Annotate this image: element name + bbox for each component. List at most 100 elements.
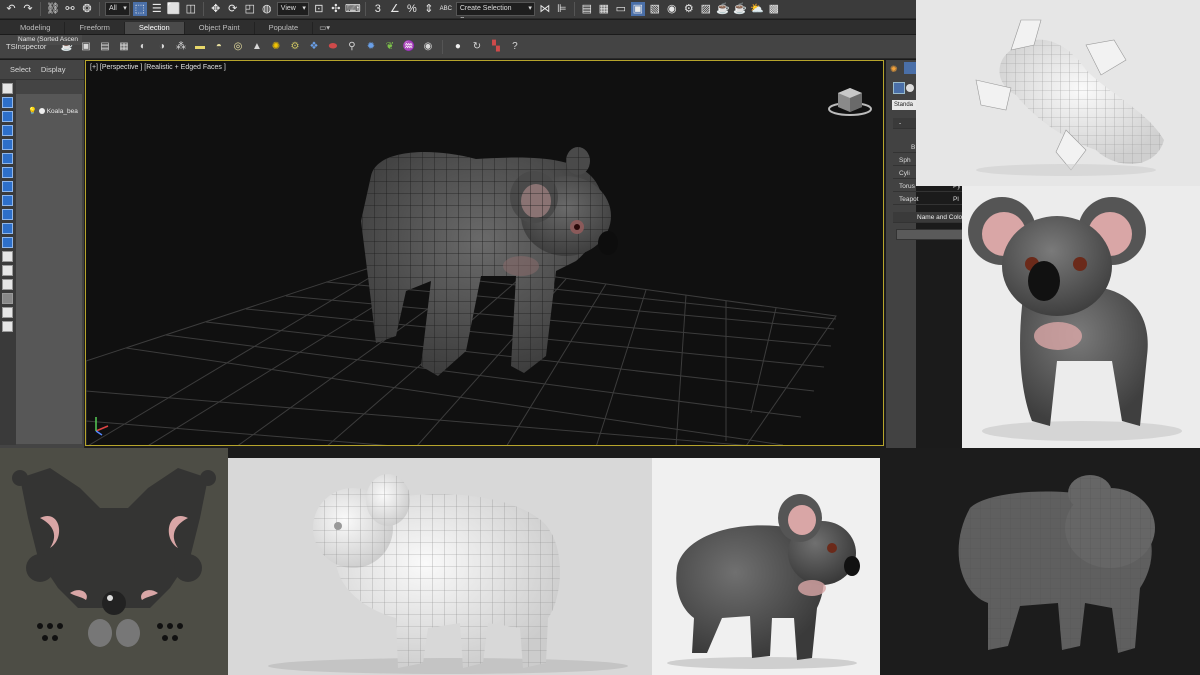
- light-bulb-icon[interactable]: 💡: [28, 107, 37, 115]
- sun-icon[interactable]: ✺: [269, 40, 282, 53]
- unlink-icon[interactable]: ⚯: [63, 2, 77, 16]
- select-object-icon[interactable]: ⬚: [132, 2, 147, 16]
- shapes-category-icon[interactable]: [906, 84, 914, 92]
- selection-filter-dropdown[interactable]: All: [105, 2, 130, 16]
- reference-coordinate-dropdown[interactable]: View: [276, 2, 309, 16]
- group-icon[interactable]: ⁂: [174, 40, 187, 53]
- display-spacewarps-icon[interactable]: [2, 167, 13, 178]
- pattern-icon[interactable]: ❖: [307, 40, 320, 53]
- select-by-name-icon[interactable]: ☰: [150, 2, 164, 16]
- scale-icon[interactable]: ◰: [243, 2, 257, 16]
- display-lights-icon[interactable]: [2, 125, 13, 136]
- object-name-field[interactable]: [896, 229, 963, 240]
- rect-selection-region-icon[interactable]: ⬜: [167, 2, 181, 16]
- capsule-icon[interactable]: ⬬: [326, 40, 339, 53]
- render-iterative-icon[interactable]: ☕: [733, 2, 747, 16]
- edit-named-selection-icon[interactable]: ABC: [439, 2, 453, 16]
- window-crossing-icon[interactable]: ◫: [184, 2, 198, 16]
- teapot-button[interactable]: Teapot Pl: [893, 194, 963, 205]
- tab-selection[interactable]: Selection: [124, 22, 185, 34]
- percent-snap-icon[interactable]: %: [405, 2, 419, 16]
- material-editor-icon[interactable]: ◉: [665, 2, 679, 16]
- viewport-label[interactable]: [+] [Perspective ] [Realistic + Edged Fa…: [90, 64, 226, 71]
- layer-manager-icon[interactable]: ▤: [580, 2, 594, 16]
- curve-editor-icon[interactable]: ▣: [630, 2, 645, 16]
- align-icon[interactable]: ⊫: [555, 2, 569, 16]
- modify-tab-icon[interactable]: [904, 62, 916, 74]
- spinner-snap-icon[interactable]: ⇕: [422, 2, 436, 16]
- snap-toggle-icon[interactable]: 3: [371, 2, 385, 16]
- bind-spacewarp-icon[interactable]: ❂: [80, 2, 94, 16]
- filter-icon[interactable]: [2, 293, 13, 304]
- create-selection-set-dropdown[interactable]: Create Selection Se: [455, 2, 535, 18]
- gear-icon[interactable]: ⚙: [288, 40, 301, 53]
- scene-explorer-icon[interactable]: ▦: [597, 2, 611, 16]
- object-type-dropdown[interactable]: Standa: [892, 100, 916, 110]
- display-bones-icon[interactable]: [2, 209, 13, 220]
- display-layers-icon[interactable]: [2, 265, 13, 276]
- geometry-category-icon[interactable]: [893, 82, 905, 94]
- display-children-icon[interactable]: [2, 279, 13, 290]
- hair-icon[interactable]: ♒: [402, 40, 415, 53]
- display-frozen-icon[interactable]: [2, 237, 13, 248]
- tab-populate[interactable]: Populate: [255, 22, 314, 34]
- redo-icon[interactable]: ↷: [21, 2, 35, 16]
- ribbon-options-icon[interactable]: ▭▾: [313, 22, 336, 34]
- cone-icon[interactable]: ▲: [250, 40, 263, 53]
- list-icon[interactable]: ▤: [98, 40, 111, 53]
- display-shapes-icon[interactable]: [2, 111, 13, 122]
- find-icon[interactable]: [2, 307, 13, 318]
- display-geometry-icon[interactable]: [2, 97, 13, 108]
- star-shape-icon[interactable]: ✹: [364, 40, 377, 53]
- display-xrefs-icon[interactable]: [2, 195, 13, 206]
- place-icon[interactable]: ◍: [260, 2, 274, 16]
- paint-icon[interactable]: ◑: [155, 40, 168, 53]
- render-setup-icon[interactable]: ⚙: [682, 2, 696, 16]
- mirror-icon[interactable]: ⋈: [538, 2, 552, 16]
- move-icon[interactable]: ✥: [209, 2, 223, 16]
- schematic-view-icon[interactable]: ▧: [648, 2, 662, 16]
- link-icon[interactable]: ⛓: [46, 2, 60, 16]
- plane-icon[interactable]: ▬: [193, 40, 206, 53]
- refresh-icon[interactable]: ↻: [470, 40, 483, 53]
- ribbon-toggle-icon[interactable]: ▭: [614, 2, 628, 16]
- help-icon[interactable]: ?: [508, 40, 521, 53]
- display-containers-icon[interactable]: [2, 223, 13, 234]
- sphere-icon[interactable]: ●: [451, 40, 464, 53]
- rotate-icon[interactable]: ⟳: [226, 2, 240, 16]
- texture-icon[interactable]: ◉: [421, 40, 434, 53]
- pivot-center-icon[interactable]: ⊡: [312, 2, 326, 16]
- create-sun-icon[interactable]: ✺: [890, 64, 898, 75]
- tab-object-paint[interactable]: Object Paint: [185, 22, 255, 34]
- render-in-cloud-icon[interactable]: ▩: [767, 2, 781, 16]
- sphere-half-icon[interactable]: ◐: [136, 40, 149, 53]
- select-manipulate-icon[interactable]: ✣: [329, 2, 343, 16]
- explorer-list[interactable]: [16, 94, 82, 444]
- name-and-color-rollout[interactable]: Name and Colo: [893, 212, 963, 223]
- explorer-column-header[interactable]: Name (Sorted Ascen: [17, 35, 82, 45]
- plane-button[interactable]: Pl: [953, 194, 959, 205]
- tab-modeling[interactable]: Modeling: [6, 22, 66, 34]
- color-palette-icon[interactable]: ▚: [489, 40, 502, 53]
- tab-freeform[interactable]: Freeform: [65, 22, 125, 34]
- render-production-icon[interactable]: ☕: [716, 2, 730, 16]
- explorer-list-item[interactable]: 💡 Koala_bea: [28, 107, 78, 116]
- perspective-viewport[interactable]: [+] [Perspective ] [Realistic + Edged Fa…: [85, 60, 884, 446]
- display-all-icon[interactable]: [2, 83, 13, 94]
- render-online-icon[interactable]: ⛅: [750, 2, 764, 16]
- viewcube-icon[interactable]: [826, 83, 874, 117]
- keyboard-shortcut-icon[interactable]: ⌨: [345, 2, 361, 16]
- undo-icon[interactable]: ↶: [4, 2, 18, 16]
- grass-icon[interactable]: ❦: [383, 40, 396, 53]
- explorer-tab-select[interactable]: Select: [10, 65, 31, 74]
- display-hidden-icon[interactable]: [2, 251, 13, 262]
- rendered-frame-icon[interactable]: ▨: [699, 2, 713, 16]
- hierarchy-icon[interactable]: ⚲: [345, 40, 358, 53]
- grid-icon[interactable]: ▦: [117, 40, 130, 53]
- angle-snap-icon[interactable]: ∠: [388, 2, 402, 16]
- display-helpers-icon[interactable]: [2, 153, 13, 164]
- options-icon[interactable]: [2, 321, 13, 332]
- explorer-tab-display[interactable]: Display: [41, 65, 66, 74]
- ring-icon[interactable]: ◎: [231, 40, 244, 53]
- display-cameras-icon[interactable]: [2, 139, 13, 150]
